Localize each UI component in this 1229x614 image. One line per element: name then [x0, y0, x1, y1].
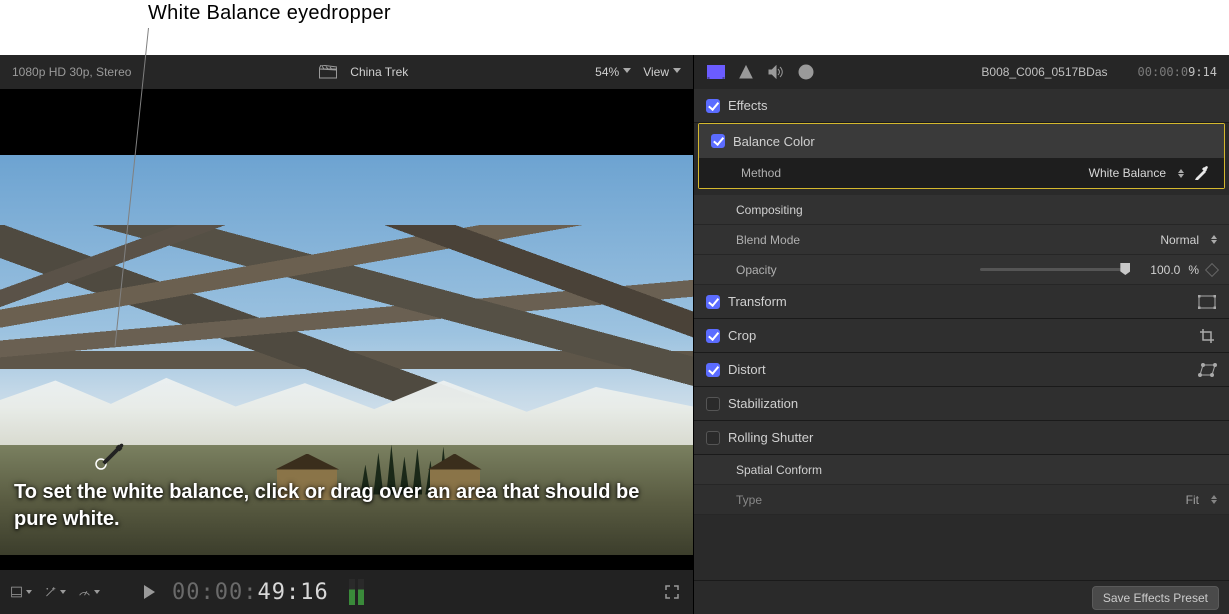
video-frame: To set the white balance, click or drag …	[0, 155, 693, 555]
method-row: Method White Balance	[699, 158, 1224, 188]
transform-checkbox[interactable]	[706, 295, 720, 309]
inspector-pane: i B008_C006_0517BDas 00:00:09:14 Effects…	[694, 55, 1229, 614]
eyedropper-cursor-icon	[95, 440, 125, 470]
video-inspector-tab[interactable]	[706, 63, 726, 81]
balance-color-label: Balance Color	[733, 134, 815, 149]
annotation-callout: White Balance eyedropper	[0, 0, 1229, 55]
transform-label: Transform	[728, 294, 787, 309]
effects-label: Effects	[728, 98, 768, 113]
play-button[interactable]	[138, 581, 160, 603]
distort-label: Distort	[728, 362, 766, 377]
opacity-slider[interactable]	[980, 268, 1130, 271]
balance-color-checkbox[interactable]	[711, 134, 725, 148]
viewer-format-label: 1080p HD 30p, Stereo	[12, 65, 131, 79]
stabilization-section-header[interactable]: Stabilization	[694, 387, 1229, 421]
timecode-display[interactable]: 00:00:49:16	[172, 580, 329, 605]
keyframe-button[interactable]	[1205, 262, 1219, 276]
play-icon	[144, 585, 155, 599]
transform-tool-icon[interactable]	[1197, 294, 1217, 310]
project-title: China Trek	[350, 65, 408, 79]
blend-mode-value[interactable]: Normal	[1160, 233, 1199, 247]
crop-label: Crop	[728, 328, 756, 343]
app-window: 1080p HD 30p, Stereo China Trek 54% View	[0, 55, 1229, 614]
distort-tool-icon[interactable]	[1197, 362, 1217, 378]
type-row: Type Fit	[694, 485, 1229, 515]
svg-text:i: i	[804, 67, 807, 79]
zoom-value: 54%	[595, 65, 619, 79]
viewer-bottom-toolbar: 00:00:49:16	[0, 570, 693, 614]
balance-color-header[interactable]: Balance Color	[699, 124, 1224, 158]
fullscreen-button[interactable]	[661, 581, 683, 603]
chevron-down-icon	[673, 68, 681, 76]
retime-tool-dropdown[interactable]	[78, 581, 100, 603]
distort-section-header[interactable]: Distort	[694, 353, 1229, 387]
method-value[interactable]: White Balance	[1089, 166, 1166, 180]
slider-thumb-icon[interactable]	[1120, 263, 1130, 275]
effects-checkbox[interactable]	[706, 99, 720, 113]
blend-mode-label: Blend Mode	[736, 233, 876, 247]
type-label: Type	[736, 493, 876, 507]
crop-checkbox[interactable]	[706, 329, 720, 343]
zoom-dropdown[interactable]: 54%	[595, 65, 631, 79]
crop-section-header[interactable]: Crop	[694, 319, 1229, 353]
viewer-canvas[interactable]: To set the white balance, click or drag …	[0, 89, 693, 570]
inspector-body: Effects Balance Color Method White Balan…	[694, 89, 1229, 580]
crop-tool-icon[interactable]	[1197, 328, 1217, 344]
timecode-prefix: 00:00:	[172, 580, 257, 605]
rolling-shutter-label: Rolling Shutter	[728, 430, 813, 445]
distort-checkbox[interactable]	[706, 363, 720, 377]
chevron-down-icon	[623, 68, 631, 76]
type-value[interactable]: Fit	[1186, 493, 1199, 507]
annotation-text: White Balance eyedropper	[148, 2, 391, 24]
view-label: View	[643, 65, 669, 79]
clip-name-label: B008_C006_0517BDas	[981, 65, 1107, 79]
save-effects-preset-button[interactable]: Save Effects Preset	[1092, 586, 1219, 610]
clip-timecode: 00:00:09:14	[1138, 65, 1217, 79]
stabilization-label: Stabilization	[728, 396, 798, 411]
effects-section-header[interactable]: Effects	[694, 89, 1229, 123]
type-stepper-icon[interactable]	[1211, 495, 1217, 504]
rolling-shutter-checkbox[interactable]	[706, 431, 720, 445]
blend-mode-row: Blend Mode Normal	[694, 225, 1229, 255]
audio-meters	[349, 579, 364, 605]
opacity-unit: %	[1188, 263, 1199, 277]
viewer-instruction-overlay: To set the white balance, click or drag …	[14, 479, 679, 533]
info-inspector-tab[interactable]: i	[796, 63, 816, 81]
clip-tc-dim: 00:00:0	[1138, 65, 1189, 79]
audio-inspector-tab[interactable]	[766, 63, 786, 81]
method-label: Method	[741, 166, 881, 180]
transform-section-header[interactable]: Transform	[694, 285, 1229, 319]
opacity-label: Opacity	[736, 263, 876, 277]
stabilization-checkbox[interactable]	[706, 397, 720, 411]
blend-mode-stepper-icon[interactable]	[1211, 235, 1217, 244]
color-inspector-tab[interactable]	[736, 63, 756, 81]
view-dropdown[interactable]: View	[643, 65, 681, 79]
rolling-shutter-section-header[interactable]: Rolling Shutter	[694, 421, 1229, 455]
compositing-label: Compositing	[736, 203, 803, 217]
method-stepper-icon[interactable]	[1178, 169, 1184, 178]
viewer-toolbar: 1080p HD 30p, Stereo China Trek 54% View	[0, 55, 693, 89]
opacity-row: Opacity 100.0 %	[694, 255, 1229, 285]
inspector-footer: Save Effects Preset	[694, 580, 1229, 614]
compositing-header: Compositing	[694, 195, 1229, 225]
spatial-conform-label: Spatial Conform	[736, 463, 822, 477]
balance-color-group: Balance Color Method White Balance	[698, 123, 1225, 189]
eyedropper-button[interactable]	[1192, 162, 1212, 185]
inspector-toolbar: i B008_C006_0517BDas 00:00:09:14	[694, 55, 1229, 89]
opacity-value[interactable]: 100.0	[1138, 263, 1180, 277]
viewer-pane: 1080p HD 30p, Stereo China Trek 54% View	[0, 55, 694, 614]
timecode-main: 49:16	[257, 580, 328, 605]
transform-tool-dropdown[interactable]	[10, 581, 32, 603]
spatial-conform-header: Spatial Conform	[694, 455, 1229, 485]
clip-tc-bright: 9:14	[1188, 65, 1217, 79]
enhance-tool-dropdown[interactable]	[44, 581, 66, 603]
clapperboard-icon	[318, 63, 338, 81]
